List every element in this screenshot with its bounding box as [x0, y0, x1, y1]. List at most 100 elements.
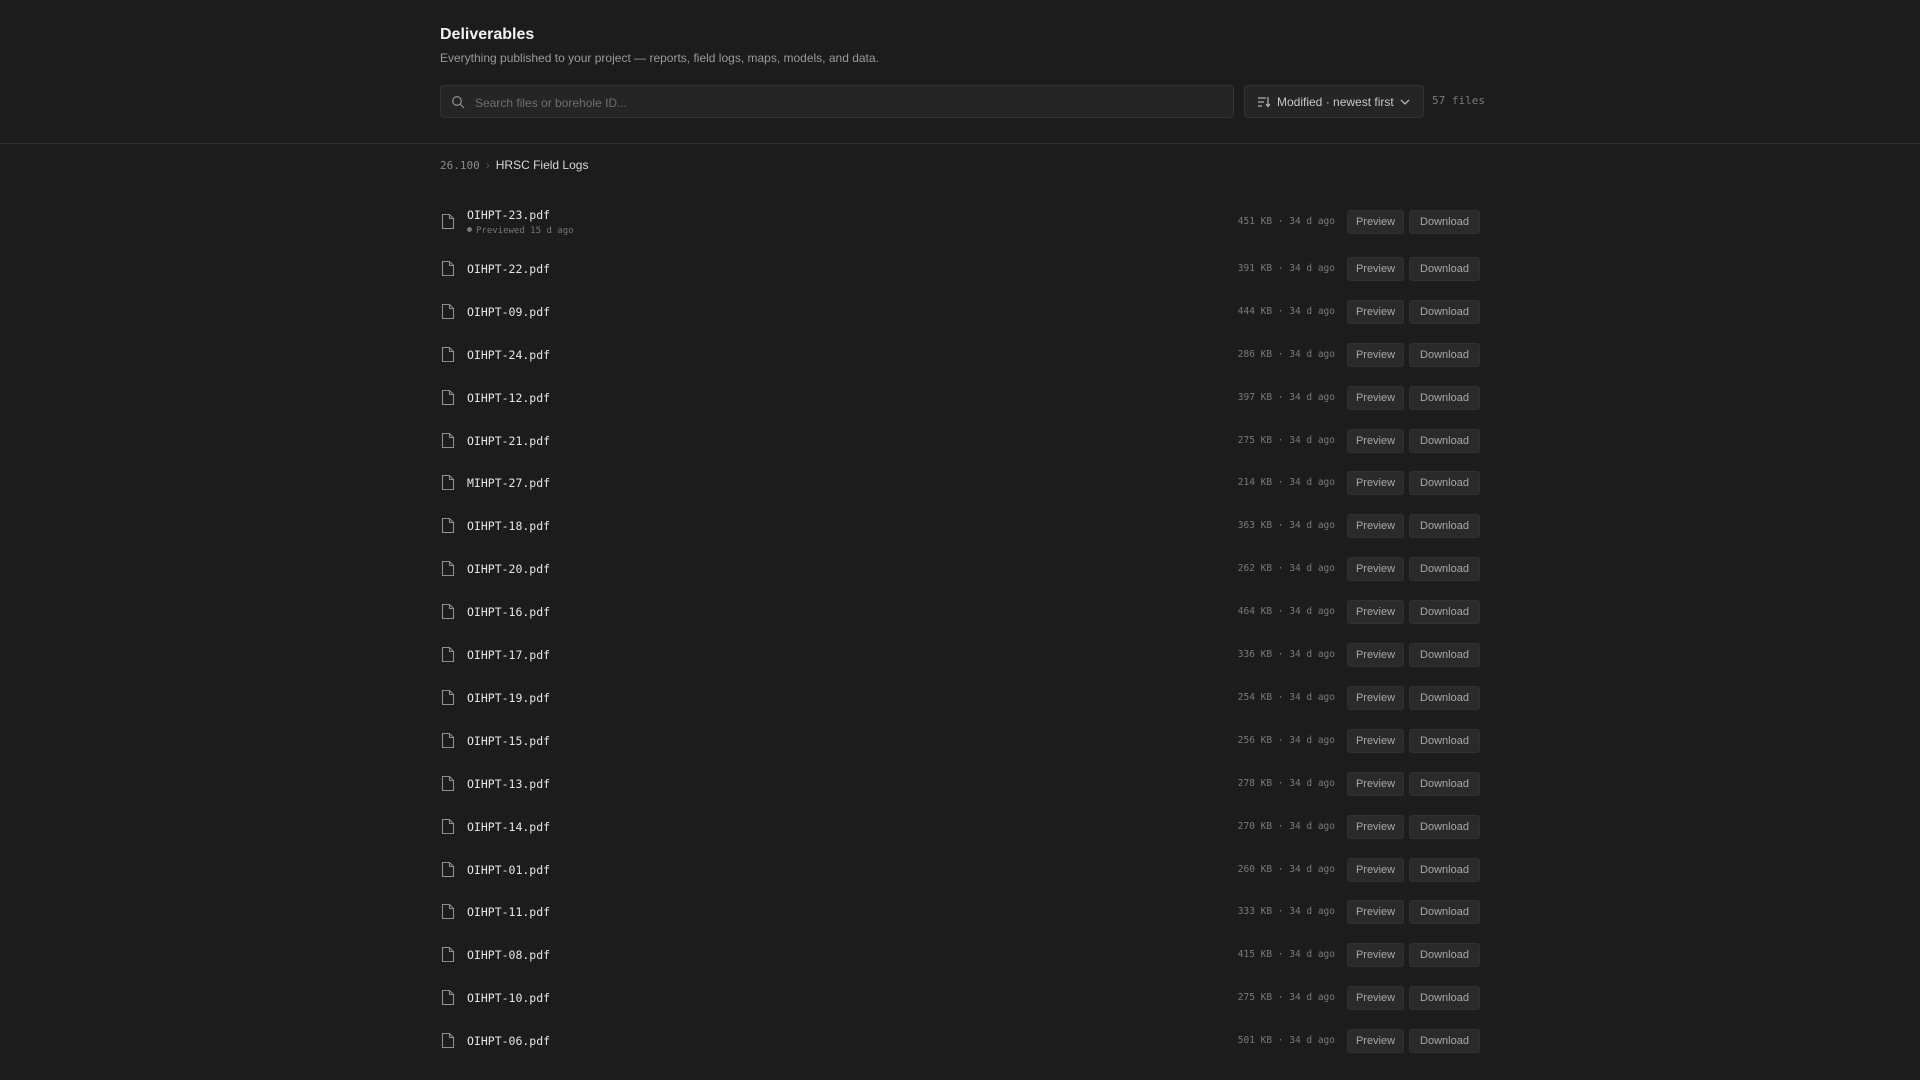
file-icon — [441, 946, 455, 963]
file-row[interactable]: OIHPT-20.pdf 262 KB · 34 d ago Preview Down… — [440, 548, 1480, 588]
file-row[interactable]: OIHPT-22.pdf 391 KB · 34 d ago Preview Down… — [440, 248, 1480, 288]
file-row[interactable]: OIHPT-06.pdf 501 KB · 34 d ago Preview Down… — [440, 1020, 1480, 1060]
download-button[interactable]: Download — [1409, 299, 1480, 324]
breadcrumb-project-id[interactable]: 26.100 — [440, 159, 480, 172]
file-icon — [441, 775, 455, 792]
preview-button[interactable]: Preview — [1347, 771, 1404, 796]
file-row[interactable]: OIHPT-15.pdf 256 KB · 34 d ago Preview Down… — [440, 720, 1480, 760]
preview-button[interactable]: Preview — [1347, 210, 1404, 234]
preview-button[interactable]: Preview — [1347, 600, 1404, 625]
file-name[interactable]: OIHPT-13.pdf — [467, 777, 550, 791]
file-name[interactable]: OIHPT-08.pdf — [467, 948, 550, 962]
file-row[interactable]: OIHPT-13.pdf 278 KB · 34 d ago Preview Down… — [440, 763, 1480, 803]
preview-button[interactable]: Preview — [1347, 299, 1404, 324]
file-row[interactable]: OIHPT-11.pdf 333 KB · 34 d ago Preview Down… — [440, 891, 1480, 931]
file-row[interactable]: OIHPT-21.pdf 275 KB · 34 d ago Preview Down… — [440, 420, 1480, 460]
search-input[interactable] — [473, 86, 1217, 119]
preview-button[interactable]: Preview — [1347, 1029, 1404, 1054]
file-row[interactable]: MIHPT-27.pdf 214 KB · 34 d ago Preview Down… — [440, 462, 1480, 502]
file-name[interactable]: OIHPT-06.pdf — [467, 1034, 550, 1048]
page-header: Deliverables Everything published to you… — [0, 0, 1920, 144]
preview-button[interactable]: Preview — [1347, 342, 1404, 367]
page-title: Deliverables — [440, 26, 535, 43]
file-row[interactable]: OIHPT-01.pdf 260 KB · 34 d ago Preview Down… — [440, 849, 1480, 889]
file-meta: 256 KB · 34 d ago — [1237, 734, 1335, 746]
file-row[interactable]: OIHPT-08.pdf 415 KB · 34 d ago Preview Down… — [440, 934, 1480, 974]
download-button[interactable]: Download — [1409, 514, 1480, 539]
download-button[interactable]: Download — [1409, 428, 1480, 453]
file-row[interactable]: OIHPT-19.pdf 254 KB · 34 d ago Preview Down… — [440, 677, 1480, 717]
download-button[interactable]: Download — [1409, 857, 1480, 882]
preview-button[interactable]: Preview — [1347, 514, 1404, 539]
file-icon — [441, 517, 455, 534]
file-name[interactable]: OIHPT-09.pdf — [467, 305, 550, 319]
preview-button[interactable]: Preview — [1347, 986, 1404, 1011]
download-button[interactable]: Download — [1409, 943, 1480, 968]
preview-button[interactable]: Preview — [1347, 814, 1404, 839]
preview-button[interactable]: Preview — [1347, 685, 1404, 710]
file-icon — [441, 818, 455, 835]
file-row[interactable]: OIHPT-23.pdf Previewed 15 d ago 451 KB · 3… — [440, 201, 1480, 241]
file-name[interactable]: MIHPT-27.pdf — [467, 476, 550, 490]
download-button[interactable]: Download — [1409, 986, 1480, 1011]
download-button[interactable]: Download — [1409, 342, 1480, 367]
preview-button[interactable]: Preview — [1347, 557, 1404, 582]
file-name[interactable]: OIHPT-21.pdf — [467, 434, 550, 448]
download-button[interactable]: Download — [1409, 900, 1480, 925]
file-row[interactable]: OIHPT-18.pdf 363 KB · 34 d ago Preview Down… — [440, 505, 1480, 545]
file-row[interactable]: OIHPT-24.pdf 286 KB · 34 d ago Preview Down… — [440, 334, 1480, 374]
file-name[interactable]: OIHPT-24.pdf — [467, 348, 550, 362]
file-name[interactable]: OIHPT-17.pdf — [467, 648, 550, 662]
file-row[interactable]: OIHPT-10.pdf 275 KB · 34 d ago Preview Down… — [440, 977, 1480, 1017]
download-button[interactable]: Download — [1409, 385, 1480, 410]
file-icon — [441, 861, 455, 878]
file-name[interactable]: OIHPT-20.pdf — [467, 562, 550, 576]
preview-button[interactable]: Preview — [1347, 256, 1404, 281]
sort-dropdown[interactable]: Modified · newest first — [1244, 85, 1424, 118]
breadcrumb-folder: HRSC Field Logs — [495, 158, 589, 172]
file-name[interactable]: OIHPT-01.pdf — [467, 863, 550, 877]
preview-button[interactable]: Preview — [1347, 471, 1404, 496]
download-button[interactable]: Download — [1409, 256, 1480, 281]
file-name[interactable]: OIHPT-18.pdf — [467, 519, 550, 533]
preview-button[interactable]: Preview — [1347, 857, 1404, 882]
file-row[interactable]: OIHPT-17.pdf 336 KB · 34 d ago Preview Down… — [440, 634, 1480, 674]
file-name[interactable]: OIHPT-23.pdf — [467, 208, 550, 222]
preview-button[interactable]: Preview — [1347, 428, 1404, 453]
download-button[interactable]: Download — [1409, 814, 1480, 839]
file-name[interactable]: OIHPT-12.pdf — [467, 391, 550, 405]
file-row[interactable]: OIHPT-14.pdf 270 KB · 34 d ago Preview Down… — [440, 806, 1480, 846]
download-button[interactable]: Download — [1409, 685, 1480, 710]
file-meta: 333 KB · 34 d ago — [1237, 906, 1335, 918]
file-name[interactable]: OIHPT-19.pdf — [467, 691, 550, 705]
download-button[interactable]: Download — [1409, 600, 1480, 625]
preview-button[interactable]: Preview — [1347, 728, 1404, 753]
download-button[interactable]: Download — [1409, 771, 1480, 796]
download-button[interactable]: Download — [1409, 210, 1480, 234]
file-name[interactable]: OIHPT-15.pdf — [467, 734, 550, 748]
file-row[interactable]: OIHPT-16.pdf 464 KB · 34 d ago Preview Down… — [440, 591, 1480, 631]
preview-button[interactable]: Preview — [1347, 900, 1404, 925]
download-button[interactable]: Download — [1409, 471, 1480, 496]
file-meta: 501 KB · 34 d ago — [1237, 1035, 1335, 1047]
download-button[interactable]: Download — [1409, 557, 1480, 582]
file-meta: 336 KB · 34 d ago — [1237, 649, 1335, 660]
file-icon — [441, 303, 455, 320]
preview-button[interactable]: Preview — [1347, 643, 1404, 667]
preview-button[interactable]: Preview — [1347, 385, 1404, 410]
file-name[interactable]: OIHPT-14.pdf — [467, 820, 550, 834]
file-name[interactable]: OIHPT-16.pdf — [467, 605, 550, 619]
file-name[interactable]: OIHPT-10.pdf — [467, 991, 550, 1005]
download-button[interactable]: Download — [1409, 643, 1480, 667]
file-meta: 391 KB · 34 d ago — [1237, 262, 1335, 274]
chevron-down-icon — [1400, 99, 1410, 105]
file-row[interactable]: OIHPT-12.pdf 397 KB · 34 d ago Preview Down… — [440, 377, 1480, 417]
preview-button[interactable]: Preview — [1347, 943, 1404, 968]
file-row[interactable]: OIHPT-09.pdf 444 KB · 34 d ago Preview Down… — [440, 291, 1480, 331]
file-name[interactable]: OIHPT-11.pdf — [467, 905, 550, 919]
download-button[interactable]: Download — [1409, 1029, 1480, 1054]
download-button[interactable]: Download — [1409, 728, 1480, 753]
sort-label: Modified · newest first — [1277, 95, 1394, 109]
file-name[interactable]: OIHPT-22.pdf — [467, 262, 550, 276]
file-previewed-text: Previewed 15 d ago — [476, 226, 574, 236]
